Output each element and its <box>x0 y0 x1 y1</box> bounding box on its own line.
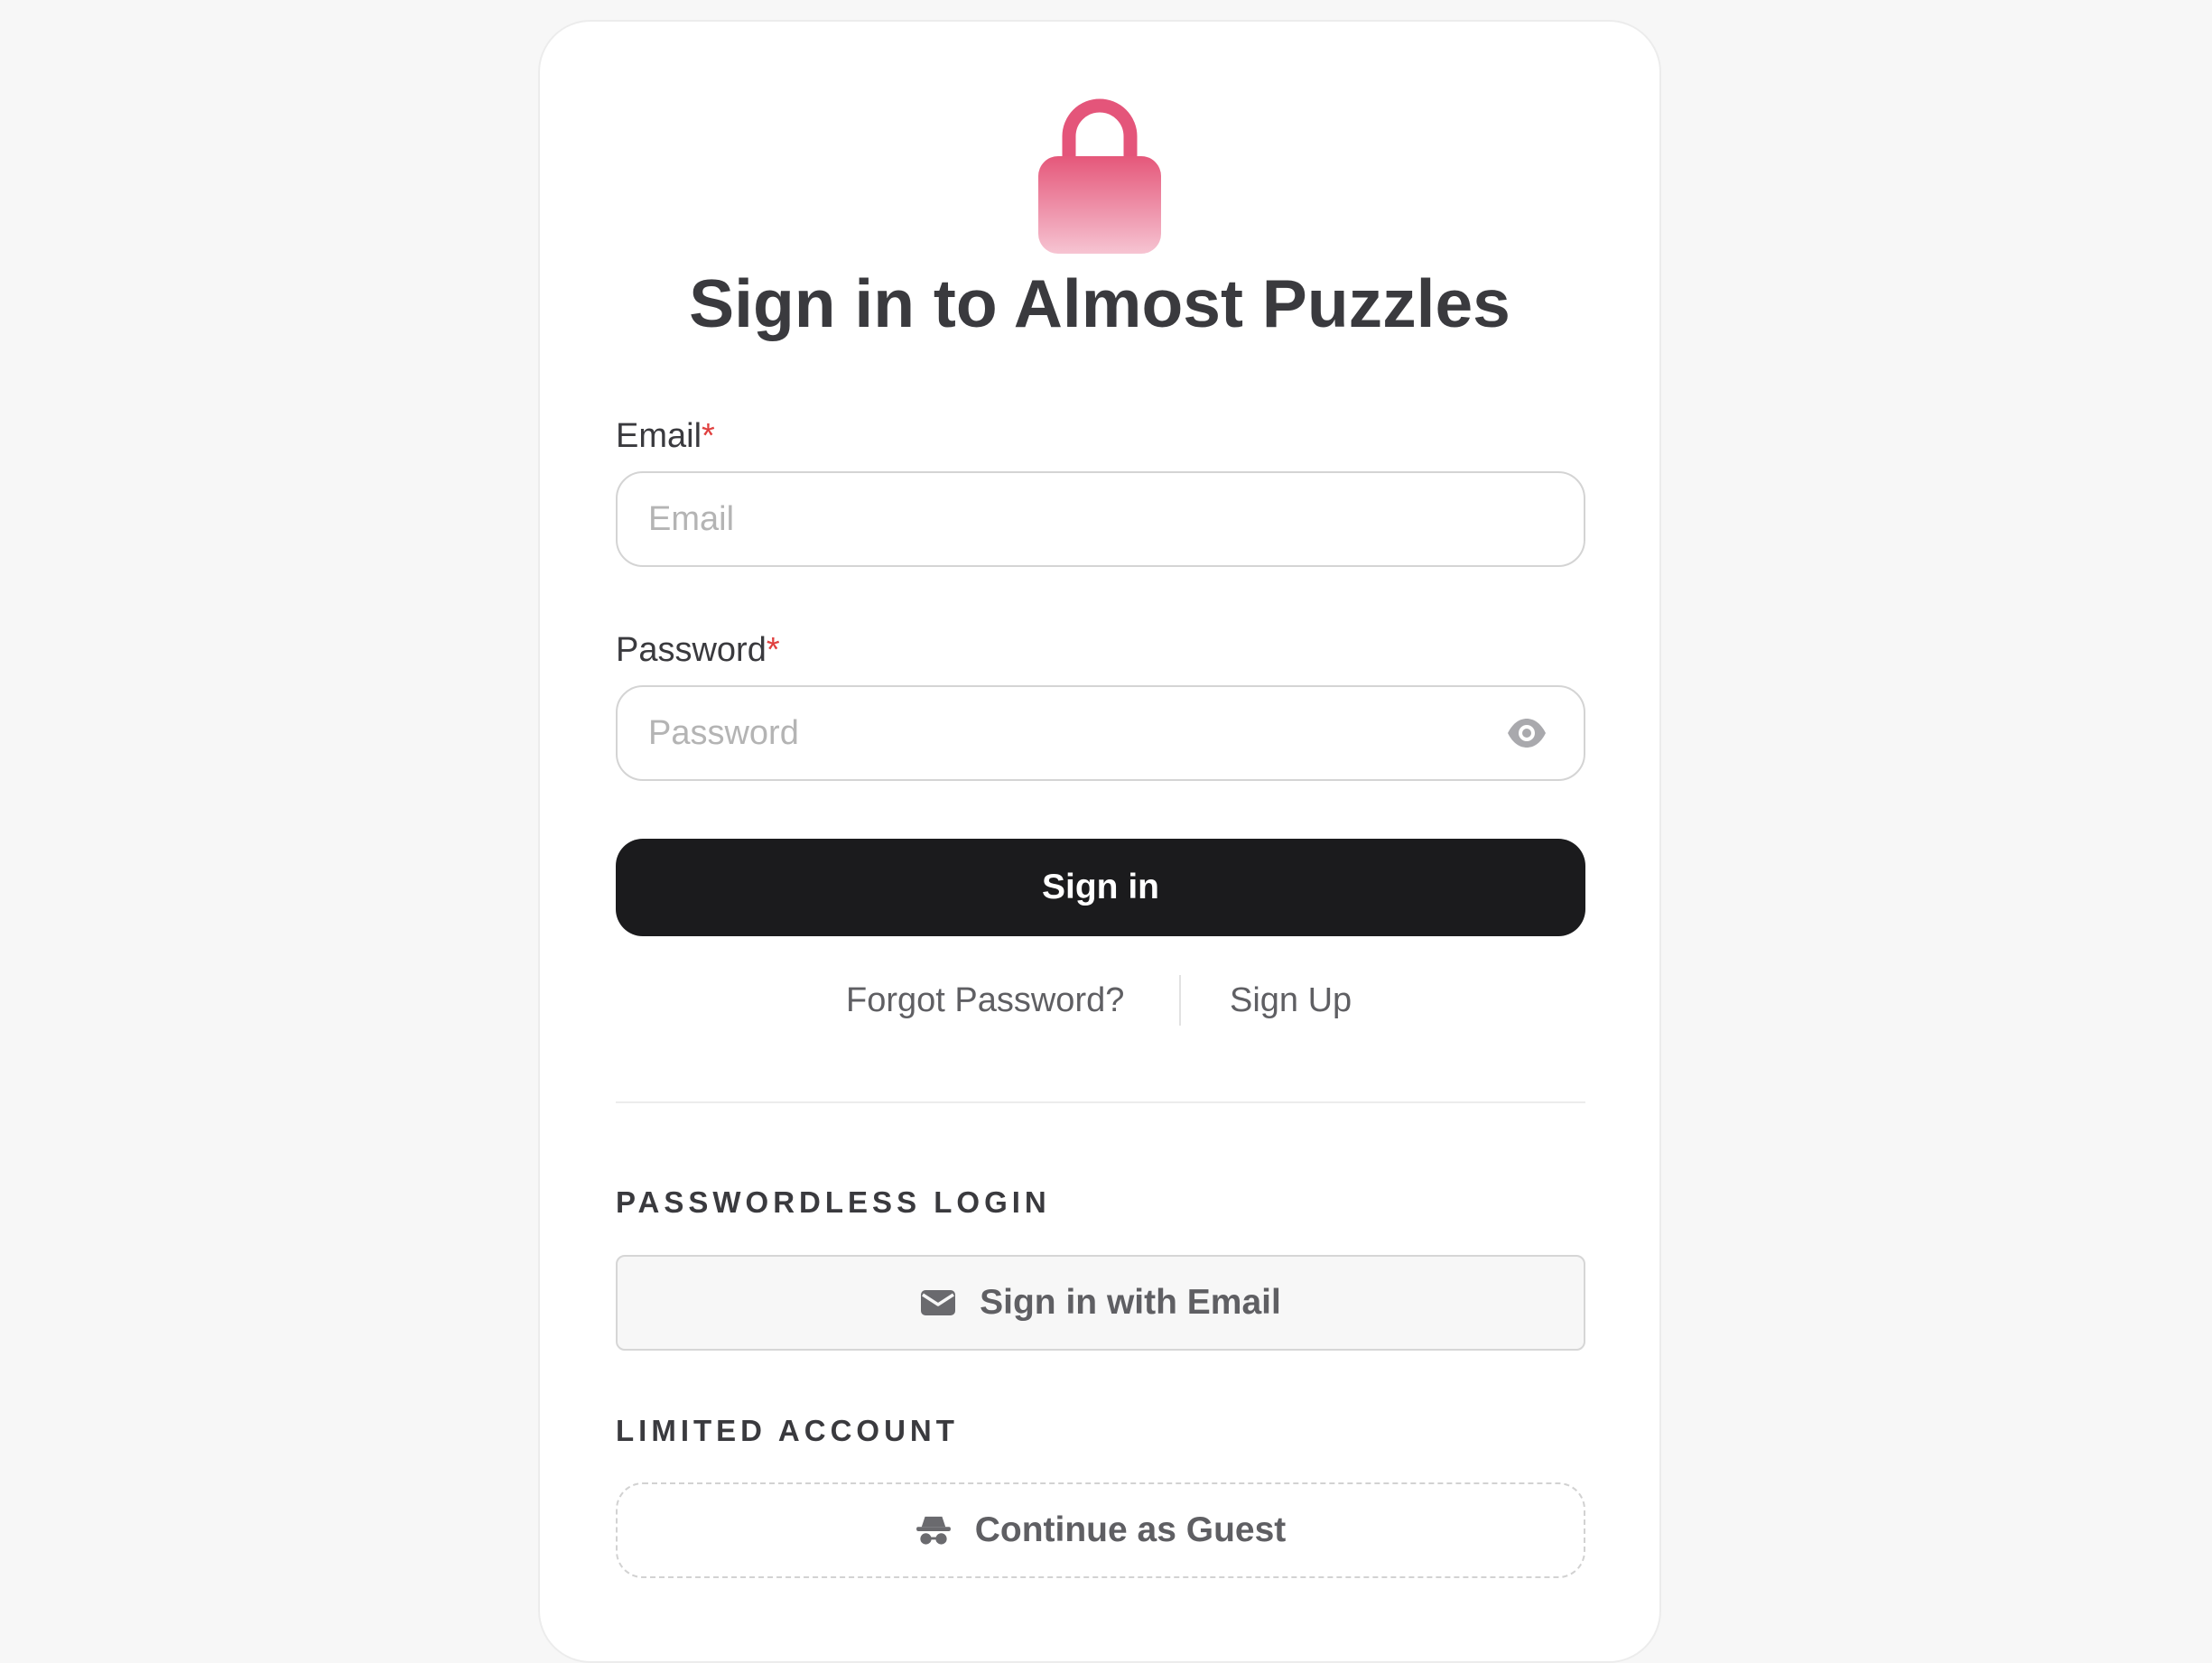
sign-in-with-email-button[interactable]: Sign in with Email <box>616 1255 1585 1351</box>
lock-icon <box>1038 97 1161 254</box>
limited-account-section-title: LIMITED ACCOUNT <box>616 1414 959 1447</box>
email-label-text: Email <box>616 417 702 455</box>
page-title: Sign in to Almost Puzzles <box>689 265 1510 341</box>
continue-as-guest-label: Continue as Guest <box>974 1510 1287 1549</box>
password-field[interactable] <box>616 685 1585 781</box>
envelope-icon <box>920 1287 956 1318</box>
required-mark: * <box>766 631 780 669</box>
email-field[interactable] <box>616 471 1585 567</box>
passwordless-section-title: PASSWORDLESS LOGIN <box>616 1185 1051 1219</box>
forgot-password-link[interactable]: Forgot Password? <box>846 977 1124 1024</box>
password-label-text: Password <box>616 631 767 669</box>
incognito-icon <box>915 1515 952 1546</box>
link-divider <box>1179 975 1181 1026</box>
required-mark: * <box>702 417 715 455</box>
sign-in-button[interactable]: Sign in <box>616 839 1585 936</box>
sign-up-link[interactable]: Sign Up <box>1230 977 1352 1024</box>
continue-as-guest-button[interactable]: Continue as Guest <box>616 1482 1585 1578</box>
eye-icon[interactable] <box>1506 718 1547 748</box>
email-label: Email* <box>616 414 715 458</box>
sign-in-with-email-label: Sign in with Email <box>980 1283 1281 1322</box>
password-label: Password* <box>616 628 780 672</box>
section-divider <box>616 1101 1585 1103</box>
